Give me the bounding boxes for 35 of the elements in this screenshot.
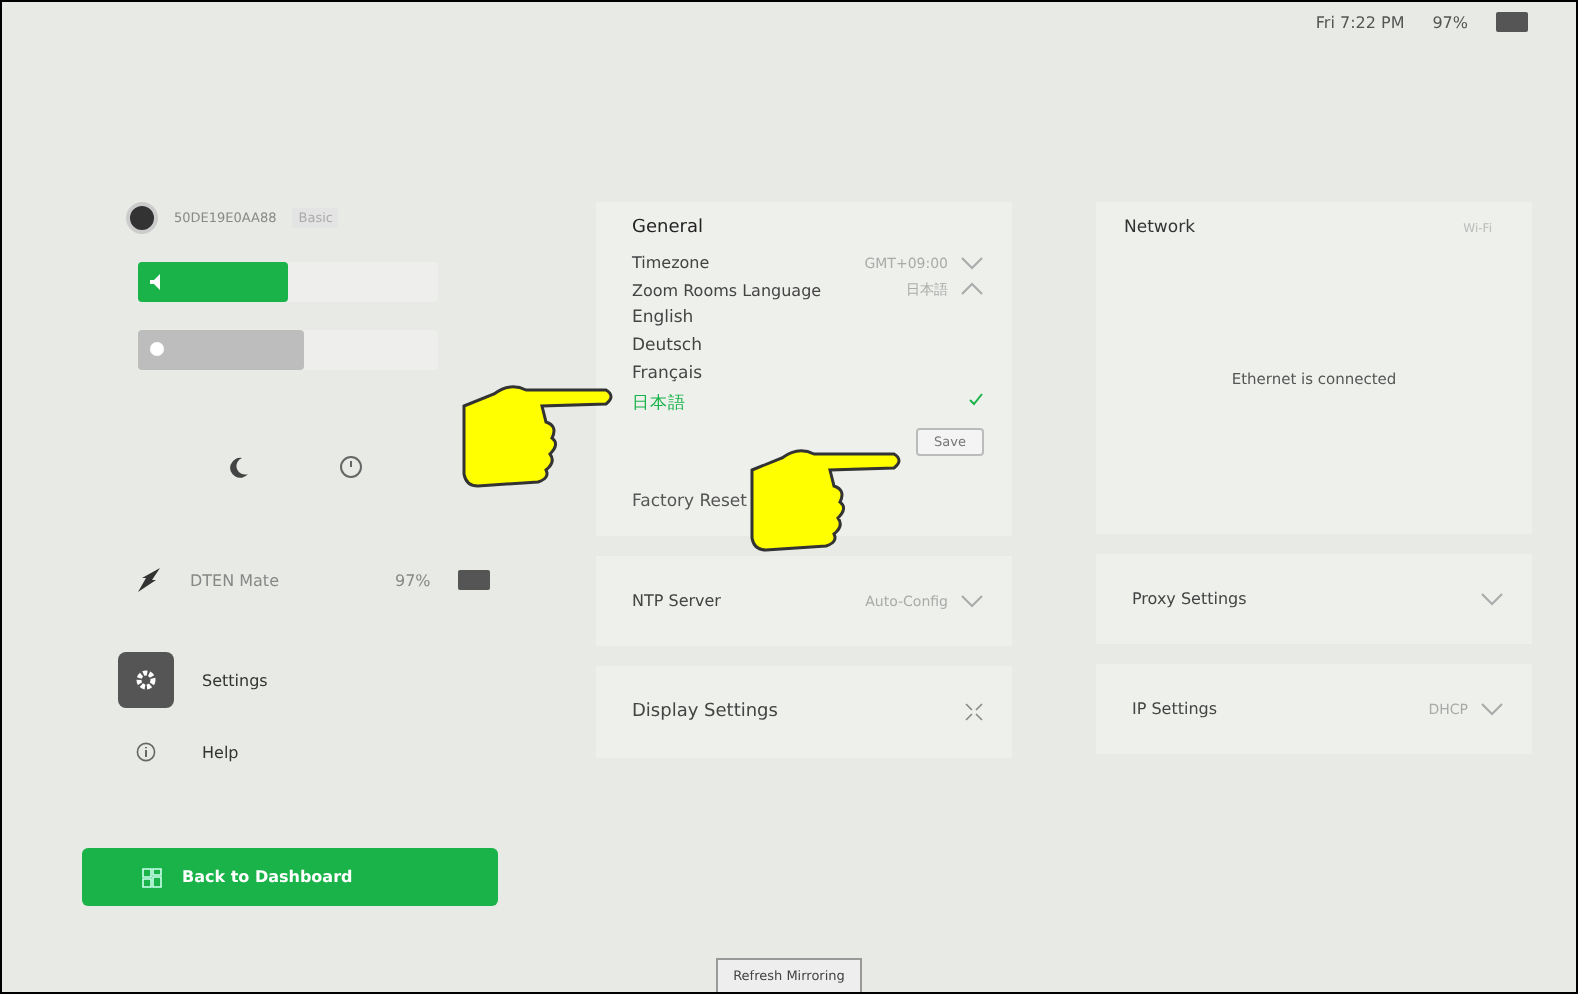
setting-label: Proxy Settings <box>1132 590 1247 608</box>
expand-icon[interactable] <box>964 702 984 722</box>
mate-name: DTEN Mate <box>190 571 279 589</box>
battery-icon <box>458 570 491 590</box>
section-title: Display Settings <box>632 702 778 722</box>
factory-reset-link[interactable]: Factory Reset <box>632 484 984 520</box>
chevron-icon <box>1480 592 1504 606</box>
chevron-icon <box>1480 702 1504 716</box>
mate-battery-percent: 97% <box>395 571 431 589</box>
section-title: Network <box>1124 218 1195 238</box>
lightning-icon <box>134 568 162 592</box>
section-title: General <box>632 218 705 238</box>
setting-label: Zoom Rooms Language <box>632 281 822 299</box>
moon-icon[interactable] <box>226 455 250 479</box>
setting-label: IP Settings <box>1132 700 1218 718</box>
volume-slider[interactable] <box>138 262 438 302</box>
language-option[interactable]: Français <box>632 360 984 388</box>
setting-label: Timezone <box>632 254 710 272</box>
battery-percent: 97% <box>1432 13 1468 31</box>
sidebar-item[interactable]: Help <box>118 724 498 780</box>
clock-text: Fri 7:22 PM <box>1315 13 1405 31</box>
sidebar-item[interactable]: Settings <box>118 652 498 708</box>
battery-icon <box>1496 12 1528 32</box>
checkmark-icon <box>968 392 984 406</box>
setting-label: NTP Server <box>632 592 721 610</box>
speaker-icon <box>150 274 166 290</box>
info-icon <box>136 742 156 762</box>
chevron-icon <box>960 594 984 608</box>
language-option[interactable]: English <box>632 304 984 332</box>
dashboard-icon <box>142 867 162 887</box>
language-option[interactable]: Deutsch <box>632 332 984 360</box>
settings-icon <box>136 670 156 690</box>
device-logo-icon <box>126 202 158 234</box>
chevron-icon <box>960 281 984 295</box>
chevron-icon <box>960 256 984 270</box>
